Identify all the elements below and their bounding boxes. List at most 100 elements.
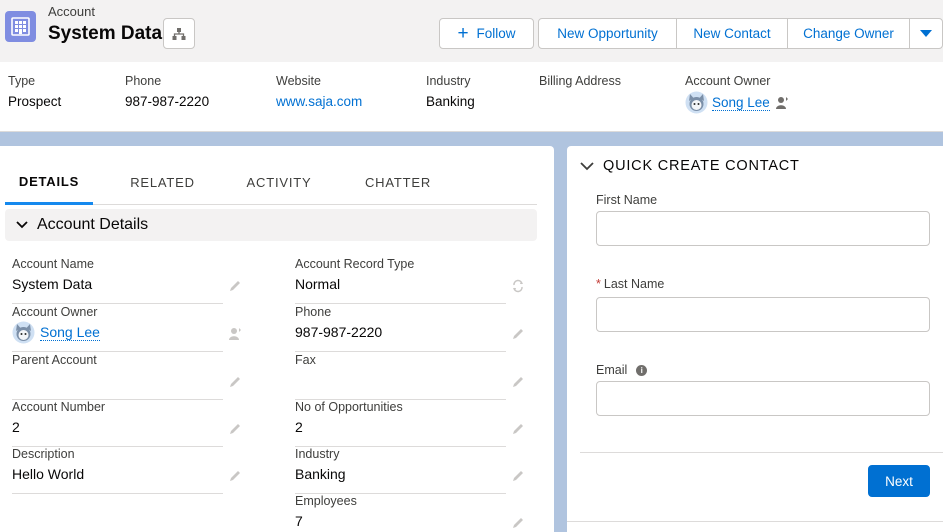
pencil-icon[interactable] <box>511 469 525 483</box>
highlight-label: Type <box>8 74 36 88</box>
pencil-icon[interactable] <box>511 375 525 389</box>
email-label: Email <box>596 363 628 377</box>
field-value: Hello World <box>12 466 85 482</box>
last-name-input[interactable] <box>596 297 930 332</box>
divider <box>567 521 943 522</box>
email-input[interactable] <box>596 381 930 416</box>
field-label: Account Owner <box>12 305 98 319</box>
account-owner-link[interactable]: Song Lee <box>40 324 100 341</box>
field-value: Normal <box>295 276 341 292</box>
pencil-icon[interactable] <box>511 516 525 530</box>
object-label: Account <box>48 4 95 19</box>
required-marker: * <box>596 277 601 291</box>
owner-row: Song Lee <box>685 91 789 114</box>
pencil-icon[interactable] <box>228 375 242 389</box>
pencil-icon[interactable] <box>228 469 242 483</box>
section-title: Account Details <box>37 216 149 233</box>
field-employees: Employees 7 <box>295 494 506 532</box>
change-owner-icon[interactable] <box>228 327 242 341</box>
pencil-icon[interactable] <box>511 327 525 341</box>
tab-chatter[interactable]: CHATTER <box>349 160 447 205</box>
next-button[interactable]: Next <box>868 465 930 497</box>
field-label: Employees <box>295 494 357 508</box>
change-owner-button[interactable]: Change Owner <box>787 18 910 49</box>
follow-button[interactable]: + Follow <box>439 18 534 49</box>
pencil-icon[interactable] <box>228 422 242 436</box>
field-label: No of Opportunities <box>295 400 403 414</box>
field-label: Parent Account <box>12 353 97 367</box>
highlight-label: Account Owner <box>685 74 771 88</box>
chevron-down-icon <box>580 161 594 170</box>
avatar <box>12 321 35 344</box>
field-phone: Phone 987-987-2220 <box>295 305 506 352</box>
info-icon[interactable]: i <box>636 364 648 376</box>
view-hierarchy-button[interactable] <box>163 18 195 49</box>
field-account-record-type: Account Record Type Normal <box>295 257 506 304</box>
highlight-label: Website <box>276 74 321 88</box>
quick-create-toggle[interactable]: QUICK CREATE CONTACT <box>580 158 800 174</box>
highlight-value: Banking <box>426 94 475 109</box>
field-account-owner: Account Owner Song Lee <box>12 305 223 352</box>
field-label: Fax <box>295 353 316 367</box>
field-value: 2 <box>12 419 20 435</box>
follow-label: Follow <box>476 26 516 41</box>
change-owner-icon[interactable] <box>775 96 789 110</box>
quick-create-title: QUICK CREATE CONTACT <box>603 158 800 174</box>
field-label: Account Number <box>12 400 106 414</box>
details-card: DETAILS RELATED ACTIVITY CHATTER Account… <box>0 146 554 532</box>
field-value: Banking <box>295 466 346 482</box>
highlight-billing-address: Billing Address <box>539 74 621 94</box>
field-label: Description <box>12 447 75 461</box>
page-title: System Data <box>48 23 163 44</box>
record-header: Account System Data + Follow New Opportu… <box>0 0 943 132</box>
highlight-label: Billing Address <box>539 74 621 88</box>
record-type-change-icon[interactable] <box>511 279 525 293</box>
avatar <box>685 91 708 114</box>
account-icon <box>5 11 36 42</box>
highlight-account-owner: Account Owner Song Lee <box>685 74 789 114</box>
tab-related[interactable]: RELATED <box>115 160 210 205</box>
field-value: 987-987-2220 <box>295 324 383 340</box>
highlight-phone: Phone 987-987-2220 <box>125 74 209 109</box>
website-link[interactable]: www.saja.com <box>276 94 362 109</box>
field-value: 7 <box>295 513 303 529</box>
highlight-value: 987-987-2220 <box>125 94 210 109</box>
email-label-row: Email i <box>596 363 648 377</box>
highlight-value: Prospect <box>8 94 62 109</box>
highlight-industry: Industry Banking <box>426 74 475 109</box>
field-value: System Data <box>12 276 93 292</box>
field-no-of-opportunities: No of Opportunities 2 <box>295 400 506 447</box>
new-opportunity-button[interactable]: New Opportunity <box>538 18 677 49</box>
new-contact-button[interactable]: New Contact <box>676 18 788 49</box>
highlight-label: Industry <box>426 74 471 88</box>
first-name-label: First Name <box>596 193 658 207</box>
field-fax: Fax <box>295 353 506 400</box>
highlights-panel: Type Prospect Phone 987-987-2220 Website… <box>0 62 943 132</box>
pencil-icon[interactable] <box>511 422 525 436</box>
highlight-type: Type Prospect <box>8 74 61 109</box>
first-name-input[interactable] <box>596 211 930 246</box>
plus-icon: + <box>457 23 469 44</box>
field-value: 2 <box>295 419 303 435</box>
highlight-label: Phone <box>125 74 162 88</box>
last-name-label: Last Name <box>603 277 665 291</box>
field-account-name: Account Name System Data <box>12 257 223 304</box>
account-details-section-toggle[interactable]: Account Details <box>5 209 537 241</box>
tab-details[interactable]: DETAILS <box>5 160 93 205</box>
quick-create-contact-card: QUICK CREATE CONTACT First Name * Last N… <box>567 146 943 532</box>
chevron-down-icon <box>920 29 932 37</box>
more-actions-button[interactable] <box>909 18 943 49</box>
tab-activity[interactable]: ACTIVITY <box>231 160 327 205</box>
field-parent-account: Parent Account <box>12 353 223 400</box>
account-owner-link[interactable]: Song Lee <box>712 95 770 111</box>
last-name-label-row: * Last Name <box>596 277 664 291</box>
field-label: Account Name <box>12 257 94 271</box>
pencil-icon[interactable] <box>228 279 242 293</box>
chevron-down-icon <box>16 221 28 229</box>
field-value: Song Lee <box>12 321 100 344</box>
field-account-number: Account Number 2 <box>12 400 223 447</box>
hierarchy-icon <box>172 27 186 40</box>
field-industry: Industry Banking <box>295 447 506 494</box>
highlight-website: Website www.saja.com <box>276 74 362 109</box>
action-button-group: New Opportunity New Contact Change Owner <box>538 18 943 49</box>
